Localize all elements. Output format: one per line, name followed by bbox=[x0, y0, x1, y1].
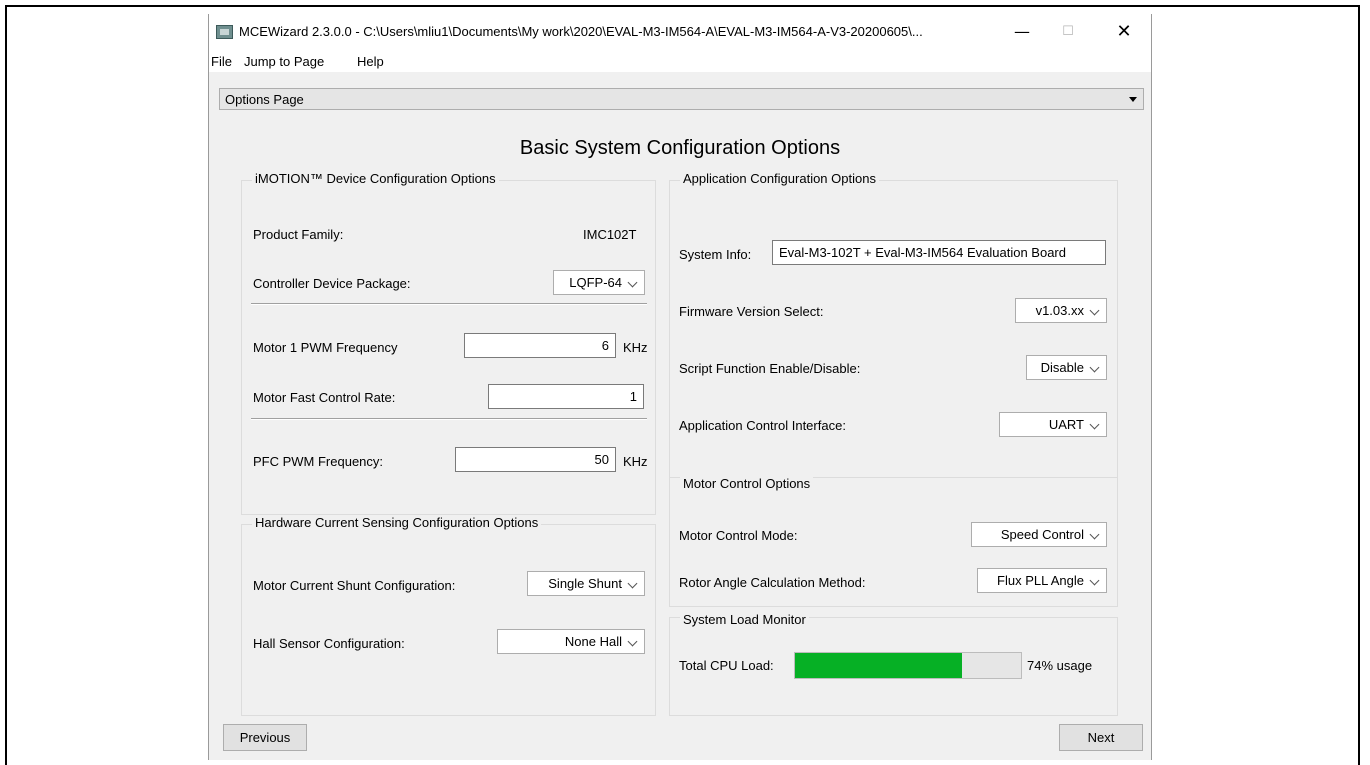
menu-file[interactable]: File bbox=[211, 54, 232, 69]
chevron-down-icon bbox=[627, 636, 638, 647]
current-sensing-group: Hardware Current Sensing Configuration O… bbox=[241, 515, 656, 716]
cpu-load-fill bbox=[795, 653, 963, 678]
chevron-down-icon bbox=[1089, 305, 1100, 316]
page-selector[interactable]: Options Page bbox=[219, 88, 1144, 110]
firmware-version-label: Firmware Version Select: bbox=[679, 304, 824, 319]
next-button[interactable]: Next bbox=[1059, 724, 1143, 751]
app-icon bbox=[216, 25, 233, 39]
app-window: MCEWizard 2.3.0.0 - C:\Users\mliu1\Docum… bbox=[208, 14, 1152, 760]
pwm-frequency-unit: KHz bbox=[623, 340, 648, 355]
system-info-label: System Info: bbox=[679, 247, 752, 262]
divider bbox=[251, 303, 647, 305]
title-bar[interactable]: MCEWizard 2.3.0.0 - C:\Users\mliu1\Docum… bbox=[209, 14, 1151, 50]
chevron-down-icon bbox=[1089, 575, 1100, 586]
motor-control-title: Motor Control Options bbox=[680, 476, 814, 491]
chevron-down-icon bbox=[1089, 529, 1100, 540]
cpu-load-bar bbox=[794, 652, 1022, 679]
device-config-title: iMOTION™ Device Configuration Options bbox=[252, 171, 499, 186]
maximize-button[interactable]: ☐ bbox=[1045, 14, 1091, 50]
hall-sensor-value: None Hall bbox=[564, 634, 622, 649]
fast-control-rate-input[interactable]: 1 bbox=[488, 384, 644, 409]
pfc-frequency-label: PFC PWM Frequency: bbox=[253, 454, 384, 469]
control-mode-label: Motor Control Mode: bbox=[679, 528, 798, 543]
app-config-title: Application Configuration Options bbox=[680, 171, 879, 186]
shunt-config-label: Motor Current Shunt Configuration: bbox=[253, 578, 456, 593]
pfc-frequency-unit: KHz bbox=[623, 454, 648, 469]
control-interface-value: UART bbox=[1048, 417, 1084, 432]
menu-help[interactable]: Help bbox=[357, 54, 384, 69]
rotor-angle-value: Flux PLL Angle bbox=[997, 573, 1084, 588]
close-button[interactable]: ✕ bbox=[1101, 14, 1147, 50]
system-info-input[interactable]: Eval-M3-102T + Eval-M3-IM564 Evaluation … bbox=[772, 240, 1106, 265]
script-function-value: Disable bbox=[1040, 360, 1084, 375]
package-select-value: LQFP-64 bbox=[569, 275, 622, 290]
minimize-button[interactable]: — bbox=[999, 14, 1045, 50]
package-select[interactable]: LQFP-64 bbox=[553, 270, 645, 295]
pwm-frequency-label: Motor 1 PWM Frequency bbox=[253, 340, 398, 355]
cpu-load-label: Total CPU Load: bbox=[679, 658, 774, 673]
window-title: MCEWizard 2.3.0.0 - C:\Users\mliu1\Docum… bbox=[239, 24, 923, 39]
pwm-frequency-input[interactable]: 6 bbox=[464, 333, 616, 358]
product-family-value: IMC102T bbox=[583, 227, 637, 242]
chevron-down-icon bbox=[1089, 362, 1100, 373]
shunt-config-value: Single Shunt bbox=[548, 576, 622, 591]
divider bbox=[251, 418, 647, 420]
control-mode-select[interactable]: Speed Control bbox=[971, 522, 1107, 547]
chevron-down-icon bbox=[1089, 419, 1100, 430]
shunt-config-select[interactable]: Single Shunt bbox=[527, 571, 645, 596]
rotor-angle-select[interactable]: Flux PLL Angle bbox=[977, 568, 1107, 593]
control-interface-select[interactable]: UART bbox=[999, 412, 1107, 437]
page-title: Basic System Configuration Options bbox=[519, 137, 841, 159]
control-interface-label: Application Control Interface: bbox=[679, 418, 846, 433]
menu-jump-to-page[interactable]: Jump to Page bbox=[244, 54, 324, 69]
chevron-down-icon bbox=[627, 277, 638, 288]
rotor-angle-label: Rotor Angle Calculation Method: bbox=[679, 575, 866, 590]
system-load-title: System Load Monitor bbox=[680, 612, 809, 627]
previous-button[interactable]: Previous bbox=[223, 724, 307, 751]
script-function-label: Script Function Enable/Disable: bbox=[679, 361, 861, 376]
current-sensing-title: Hardware Current Sensing Configuration O… bbox=[252, 515, 542, 530]
hall-sensor-select[interactable]: None Hall bbox=[497, 629, 645, 654]
control-mode-value: Speed Control bbox=[1000, 527, 1084, 542]
chevron-down-icon bbox=[627, 578, 638, 589]
cpu-load-text: 74% usage bbox=[1027, 658, 1093, 673]
caret-down-icon bbox=[1129, 97, 1137, 102]
firmware-version-value: v1.03.xx bbox=[1035, 303, 1084, 318]
pfc-frequency-input[interactable]: 50 bbox=[455, 447, 616, 472]
page-selector-value: Options Page bbox=[225, 92, 304, 107]
package-label: Controller Device Package: bbox=[253, 276, 411, 291]
menu-bar: File Jump to Page Help bbox=[209, 50, 1151, 72]
script-function-select[interactable]: Disable bbox=[1026, 355, 1107, 380]
firmware-version-select[interactable]: v1.03.xx bbox=[1015, 298, 1107, 323]
fast-control-rate-label: Motor Fast Control Rate: bbox=[253, 390, 396, 405]
hall-sensor-label: Hall Sensor Configuration: bbox=[253, 636, 405, 651]
product-family-label: Product Family: bbox=[253, 227, 344, 242]
